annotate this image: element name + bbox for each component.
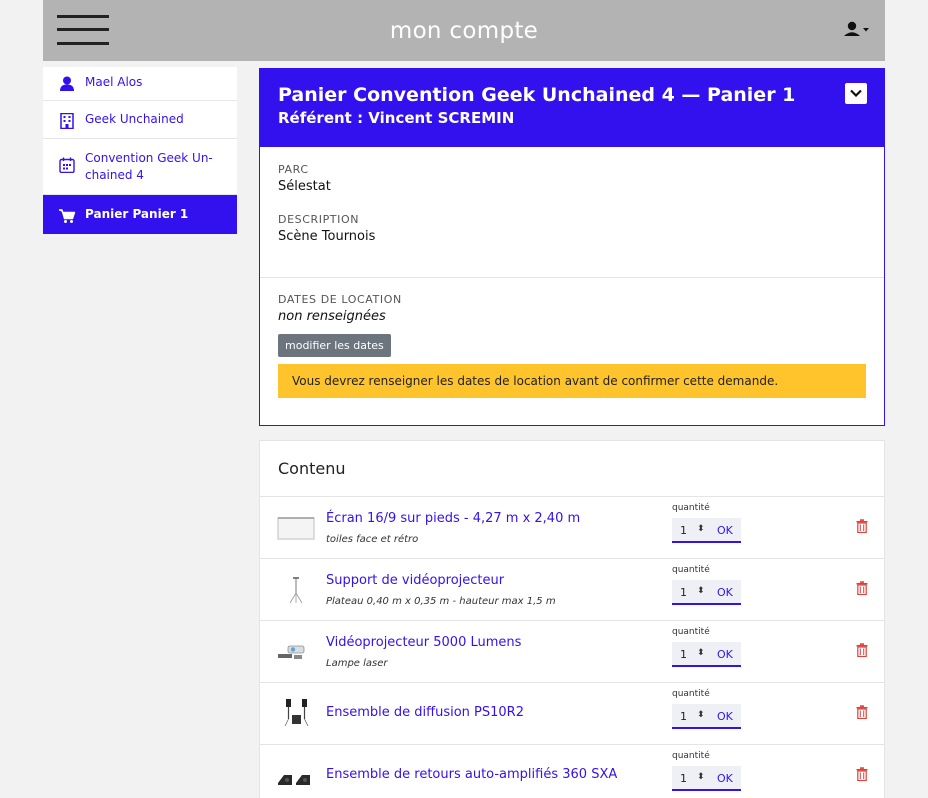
sidebar-item-label: Panier Panier 1 [85,207,189,221]
sidebar-item-label: Geek Unchained [85,112,184,126]
cart-card: Panier Convention Geek Unchained 4 — Pan… [259,68,885,426]
sidebar-item-event[interactable]: Convention Geek Un-chained 4 [43,139,237,195]
item-name[interactable]: Vidéoprojecteur 5000 Lumens [326,635,521,650]
updown-arrows-icon: ⬍ [697,648,705,658]
cart-title: Panier Convention Geek Unchained 4 — Pan… [278,84,796,106]
updown-arrows-icon: ⬍ [697,710,705,720]
list-item: Écran 16/9 sur pieds - 4,27 m x 2,40 m t… [260,497,884,559]
quantity-label: quantité [672,565,710,575]
parc-label: PARC [278,163,309,176]
ok-button[interactable]: OK [717,586,733,599]
user-icon [60,76,74,91]
trash-icon[interactable] [856,705,868,719]
quantity-label: quantité [672,503,710,513]
cart-details: PARC Sélestat DESCRIPTION Scène Tournois [260,147,884,278]
quantity-stepper[interactable]: 1 ⬍ OK [672,518,741,543]
chevron-down-icon [850,89,862,97]
item-name[interactable]: Ensemble de diffusion PS10R2 [326,705,524,720]
item-description: Lampe laser [326,658,388,669]
trash-icon[interactable] [856,581,868,595]
modify-dates-button[interactable]: modifier les dates [278,334,391,357]
monitor-speakers-thumbnail [278,775,310,785]
warning-alert: Vous devrez renseigner les dates de loca… [278,364,866,398]
user-account-menu[interactable] [843,21,873,39]
updown-arrows-icon: ⬍ [697,524,705,534]
projector-thumbnail [278,645,305,659]
trash-icon[interactable] [856,643,868,657]
content-panel: Contenu Écran 16/9 sur pieds - 4,27 m x … [259,440,885,798]
item-name[interactable]: Écran 16/9 sur pieds - 4,27 m x 2,40 m [326,511,580,526]
top-bar: mon compte [43,0,885,61]
quantity-stepper[interactable]: 1 ⬍ OK [672,580,741,605]
ok-button[interactable]: OK [717,772,733,785]
parc-value: Sélestat [278,179,331,194]
content-title: Contenu [260,441,884,497]
list-item: Ensemble de diffusion PS10R2 quantité 1 … [260,683,884,745]
updown-arrows-icon: ⬍ [697,772,705,782]
quantity-label: quantité [672,751,710,761]
dates-value: non renseignées [278,309,386,324]
quantity-stepper[interactable]: 1 ⬍ OK [672,766,741,791]
sidebar-item-organization[interactable]: Geek Unchained [43,101,237,139]
sidebar-item-label: Convention Geek Un-chained 4 [85,151,213,182]
sidebar-item-label: Mael Alos [85,75,143,89]
quantity-value: 1 [680,710,687,723]
list-item: Ensemble de retours auto-amplifiés 360 S… [260,745,884,798]
sidebar: Mael Alos Geek Unchained Convention Geek… [43,67,237,234]
description-label: DESCRIPTION [278,213,360,226]
cart-icon [59,209,76,223]
trash-icon[interactable] [856,767,868,781]
description-value: Scène Tournois [278,229,376,244]
page-title: mon compte [389,18,539,44]
item-description: Plateau 0,40 m x 0,35 m - hauteur max 1,… [326,596,556,607]
quantity-stepper[interactable]: 1 ⬍ OK [672,704,741,729]
list-item: Vidéoprojecteur 5000 Lumens Lampe laser … [260,621,884,683]
item-name[interactable]: Ensemble de retours auto-amplifiés 360 S… [326,767,617,782]
ok-button[interactable]: OK [717,710,733,723]
ok-button[interactable]: OK [717,648,733,661]
collapse-button[interactable] [845,83,867,104]
cart-referent: Référent : Vincent SCREMIN [278,109,515,127]
cart-header: Panier Convention Geek Unchained 4 — Pan… [260,69,884,147]
item-description: toiles face et rétro [326,534,419,545]
screen-thumbnail [277,517,315,540]
speaker-system-thumbnail [284,699,309,727]
item-name[interactable]: Support de vidéoprojecteur [326,573,504,588]
quantity-value: 1 [680,772,687,785]
quantity-label: quantité [672,627,710,637]
projector-stand-thumbnail [289,577,303,604]
quantity-stepper[interactable]: 1 ⬍ OK [672,642,741,667]
list-item: Support de vidéoprojecteur Plateau 0,40 … [260,559,884,621]
calendar-icon [59,157,75,173]
rental-dates-section: DATES DE LOCATION non renseignées modifi… [260,278,884,398]
quantity-value: 1 [680,524,687,537]
user-dropdown-icon [844,21,869,36]
updown-arrows-icon: ⬍ [697,586,705,596]
dates-label: DATES DE LOCATION [278,293,402,306]
quantity-value: 1 [680,586,687,599]
building-icon [60,113,74,129]
quantity-value: 1 [680,648,687,661]
ok-button[interactable]: OK [717,524,733,537]
sidebar-item-cart[interactable]: Panier Panier 1 [43,195,237,234]
sidebar-item-user[interactable]: Mael Alos [43,67,237,101]
quantity-label: quantité [672,689,710,699]
trash-icon[interactable] [856,519,868,533]
